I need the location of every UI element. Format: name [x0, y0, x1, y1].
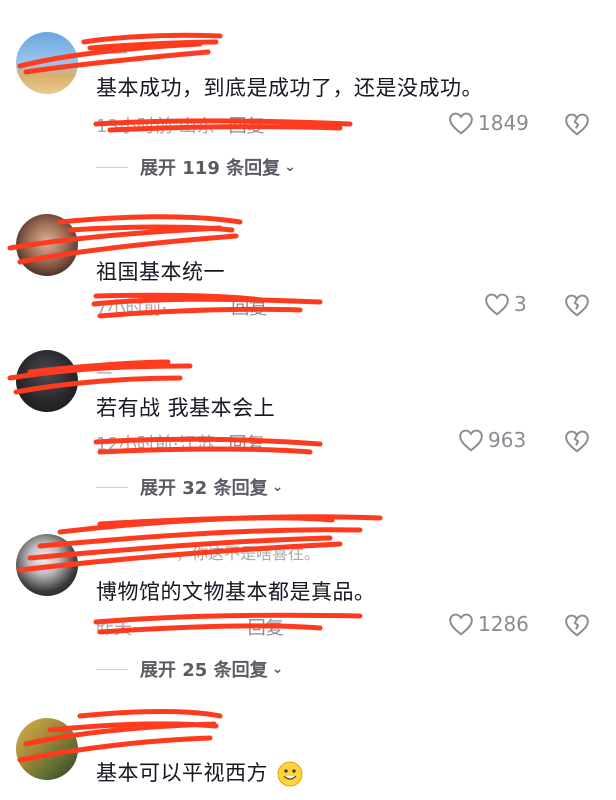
expand-replies-button[interactable]: 展开 32 条回复 ⌄: [96, 474, 283, 500]
like-count: 1849: [478, 111, 529, 135]
heart-outline-icon: [449, 112, 473, 135]
username[interactable]: 一: [96, 360, 112, 384]
comment-text: 祖国基本统一: [96, 260, 225, 284]
username[interactable]: 一一: [96, 40, 128, 64]
comment-text: 基本可以平视西方: [96, 757, 303, 787]
divider-line: [96, 668, 128, 670]
expand-label: 展开 32 条回复: [140, 478, 268, 499]
reply-button[interactable]: 回复: [229, 434, 265, 455]
time-location: 13小时前·山东: [96, 116, 215, 137]
like-count: 1286: [478, 612, 529, 636]
avatar[interactable]: [16, 214, 78, 276]
like-button[interactable]: 1849: [448, 111, 529, 135]
divider-line: [96, 166, 128, 168]
like-button[interactable]: 1286: [448, 612, 529, 636]
expand-label: 展开 25 条回复: [140, 660, 268, 681]
reply-button[interactable]: 回复: [229, 116, 265, 137]
avatar[interactable]: [16, 534, 78, 596]
comment-meta: 12小时前·江苏 回复: [96, 430, 265, 456]
heart-outline-icon: [459, 429, 483, 452]
comment-meta: 13小时前·山东 回复: [96, 112, 265, 138]
comment-text: 基本成功，到底是成功了，还是没成功。: [96, 76, 483, 100]
heart-outline-icon: [485, 293, 509, 316]
comment-meta: 昨天· 回复: [96, 614, 284, 640]
username[interactable]: 一 一: [96, 222, 133, 246]
broken-heart-icon[interactable]: [564, 612, 590, 638]
like-button[interactable]: 3: [484, 292, 527, 316]
avatar[interactable]: [16, 32, 78, 94]
reply-button[interactable]: 回复: [231, 298, 267, 319]
expand-label: 展开 119 条回复: [140, 158, 281, 179]
broken-heart-icon[interactable]: [564, 292, 590, 318]
reply-button[interactable]: 回复: [248, 618, 284, 639]
expand-replies-button[interactable]: 展开 25 条回复 ⌄: [96, 656, 283, 682]
time-location: 12小时前·江苏: [96, 434, 215, 455]
grin-emoji-icon: [277, 761, 303, 787]
divider-line: [96, 486, 128, 488]
avatar[interactable]: [16, 350, 78, 412]
comment-text: 博物馆的文物基本都是真品。: [96, 580, 376, 604]
chevron-down-icon: ⌄: [271, 479, 284, 495]
comment-text: 若有战 我基本会上: [96, 396, 276, 420]
username[interactable]: ，你这不是啥喜往。: [176, 540, 320, 564]
chevron-down-icon: ⌄: [271, 661, 284, 677]
like-count: 3: [514, 292, 527, 316]
like-count: 963: [488, 428, 527, 452]
comment-meta: 7小时前· 回复: [96, 294, 267, 320]
like-button[interactable]: 963: [458, 428, 526, 452]
chevron-down-icon: ⌄: [284, 159, 296, 175]
heart-outline-icon: [449, 613, 473, 636]
comment-text-content: 基本可以平视西方: [96, 761, 268, 785]
broken-heart-icon[interactable]: [564, 111, 590, 137]
time-location: 7小时前·: [96, 298, 168, 319]
avatar[interactable]: [16, 718, 78, 780]
expand-replies-button[interactable]: 展开 119 条回复 ⌄: [96, 154, 296, 180]
time-location: 昨天·: [96, 618, 138, 639]
broken-heart-icon[interactable]: [564, 428, 590, 454]
